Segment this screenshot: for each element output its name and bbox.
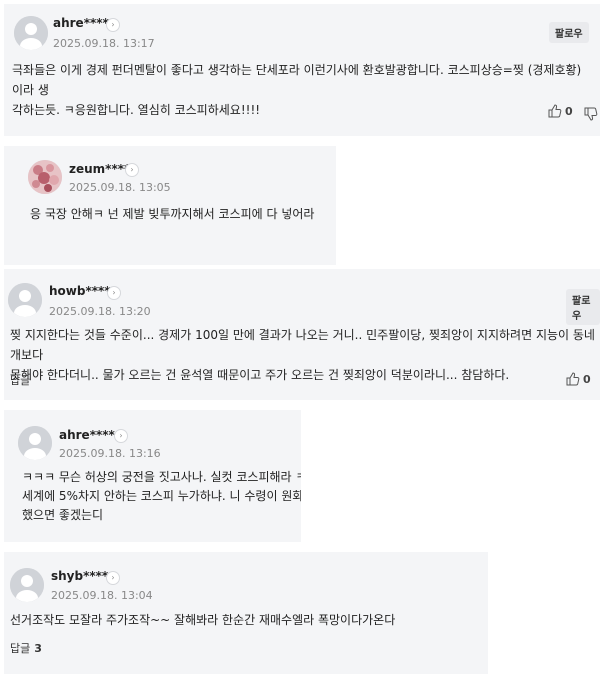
follow-button[interactable]: 팔로우 (566, 289, 600, 325)
thumbs-up-icon (566, 372, 580, 386)
comment-card: shyb**** › 2025.09.18. 13:04 선거조작도 모잘라 주… (4, 552, 488, 674)
reply-card: ahre**** › 2025.09.18. 13:16 ㅋㅋㅋ 무슨 허상의 … (4, 410, 301, 542)
comment-text-line: 찢 지지한다는 것들 수준이... 경제가 100일 만에 결과가 나오는 거니… (10, 328, 595, 362)
username[interactable]: ahre**** (53, 16, 109, 30)
thumbs-up-icon (548, 104, 562, 118)
reply-label: 답글 (10, 642, 31, 655)
username[interactable]: howb**** (49, 284, 111, 298)
chevron-right-icon[interactable]: › (125, 163, 139, 177)
avatar[interactable] (18, 426, 52, 460)
comment-date: 2025.09.18. 13:17 (53, 37, 155, 50)
comment-text-line: 못해야 한다더니.. 물가 오르는 건 윤석열 때문이고 주가 오르는 건 찢죄… (10, 368, 510, 382)
comment-date: 2025.09.18. 13:04 (51, 589, 153, 602)
reply-count: 3 (34, 642, 42, 655)
chevron-right-icon[interactable]: › (114, 429, 128, 443)
comment-text: 선거조작도 모잘라 주가조작~~ 잘해봐라 한순간 재매수엘라 폭망이다가온다 (10, 610, 480, 630)
comment-text: 찢 지지한다는 것들 수준이... 경제가 100일 만에 결과가 나오는 거니… (10, 325, 598, 385)
chevron-right-icon[interactable]: › (106, 571, 120, 585)
comment-text-line: 응 국장 안해ㅋ 넌 제발 빚투까지해서 코스피에 다 넣어라 (30, 207, 315, 221)
reply-card: zeum**** › 2025.09.18. 13:05 응 국장 안해ㅋ 넌 … (4, 146, 336, 265)
like-button[interactable]: 0 (566, 372, 591, 386)
comment-date: 2025.09.18. 13:16 (59, 447, 161, 460)
username[interactable]: shyb**** (51, 569, 108, 583)
comment-card: howb**** › 2025.09.18. 13:20 팔로우 찢 지지한다는… (4, 269, 600, 400)
comment-text: 극좌들은 이게 경제 펀더멘탈이 좋다고 생각하는 단세포라 이런기사에 환호발… (12, 60, 596, 120)
avatar[interactable] (28, 160, 62, 194)
comment-date: 2025.09.18. 13:20 (49, 305, 151, 318)
follow-button[interactable]: 팔로우 (549, 22, 589, 43)
like-count: 0 (583, 372, 591, 386)
chevron-right-icon[interactable]: › (106, 18, 120, 32)
reply-button[interactable]: 답글 (10, 372, 30, 388)
comment-text-line: 선거조작도 모잘라 주가조작~~ 잘해봐라 한순간 재매수엘라 폭망이다가온다 (10, 613, 396, 627)
comment-text-line: 극좌들은 이게 경제 펀더멘탈이 좋다고 생각하는 단세포라 이런기사에 환호발… (12, 63, 582, 97)
comment-text: 응 국장 안해ㅋ 넌 제발 빚투까지해서 코스피에 다 넣어라 (30, 204, 330, 224)
dislike-button[interactable] (584, 106, 598, 125)
comment-date: 2025.09.18. 13:05 (69, 181, 171, 194)
chevron-right-icon[interactable]: › (107, 286, 121, 300)
comment-text-line: 세계에 5%차지 안하는 코스피 누가하냐. 니 수령이 원화가치 (22, 489, 301, 503)
comment-text: ㅋㅋㅋ 무슨 허상의 궁전을 짓고사나. 실컷 코스피해라 ㅋㅋ 세계에 5%차… (22, 468, 301, 525)
like-count: 0 (565, 104, 573, 118)
comment-text-line: 각하는듯. ㅋ응원합니다. 열심히 코스피하세요!!!! (12, 103, 261, 117)
username[interactable]: zeum**** (69, 162, 130, 176)
thumbs-down-icon (584, 107, 598, 121)
comment-card: ahre**** › 2025.09.18. 13:17 팔로우 극좌들은 이게… (4, 4, 600, 136)
avatar[interactable] (14, 16, 48, 50)
reply-button[interactable]: 답글 3 (10, 640, 42, 656)
comment-text-line: ㅋㅋㅋ 무슨 허상의 궁전을 짓고사나. 실컷 코스피해라 ㅋㅋ (22, 470, 301, 484)
avatar[interactable] (8, 283, 42, 317)
like-button[interactable]: 0 (548, 104, 573, 118)
username[interactable]: ahre**** (59, 428, 115, 442)
comment-text-line: 했으면 좋겠는디 (22, 508, 104, 522)
avatar[interactable] (10, 568, 44, 602)
